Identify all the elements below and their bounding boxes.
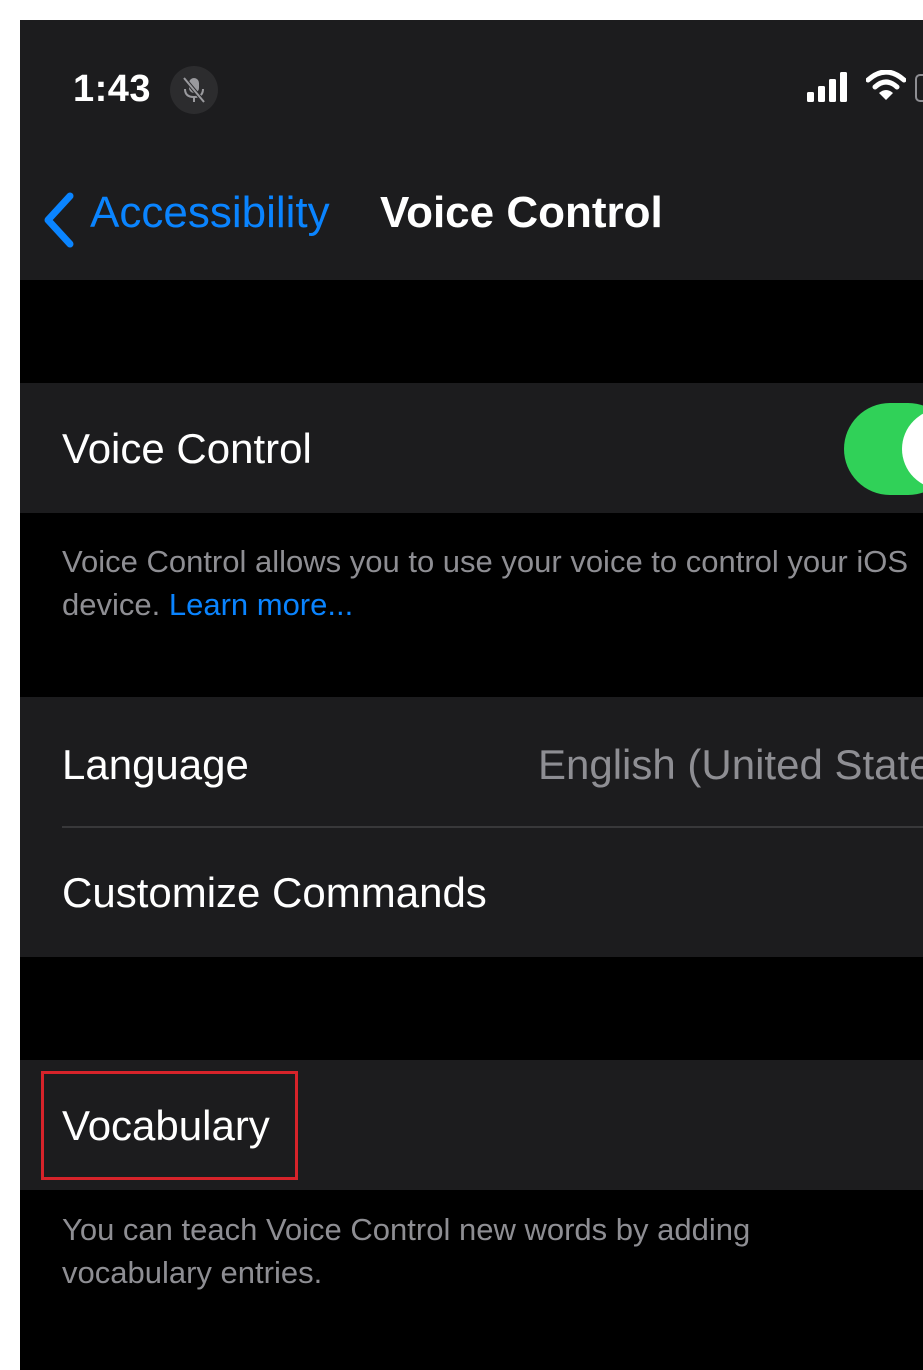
voice-control-footer: Voice Control allows you to use your voi… xyxy=(62,540,923,626)
status-time: 1:43 xyxy=(73,68,152,110)
chevron-left-icon xyxy=(44,192,74,248)
back-button-label: Accessibility xyxy=(90,188,330,237)
voice-control-label: Voice Control xyxy=(62,425,312,472)
battery-icon xyxy=(915,74,923,102)
learn-more-link[interactable]: Learn more... xyxy=(169,587,353,622)
settings-screen: 1:43 Accessibility Voice Control Voice C… xyxy=(20,20,923,1370)
wifi-icon xyxy=(866,70,906,100)
settings-group: Language English (United States) Customi… xyxy=(20,697,923,957)
cellular-signal-icon xyxy=(807,72,847,102)
vocabulary-footer: You can teach Voice Control new words by… xyxy=(62,1212,751,1290)
customize-commands-label: Customize Commands xyxy=(62,869,487,916)
language-cell[interactable]: Language English (United States) xyxy=(20,697,923,826)
voice-control-cell[interactable]: Voice Control xyxy=(20,383,923,513)
language-label: Language xyxy=(62,741,249,788)
top-bar: 1:43 Accessibility Voice Control xyxy=(20,20,923,280)
mic-muted-icon xyxy=(170,66,218,114)
toggle-knob xyxy=(902,409,923,489)
page-title: Voice Control xyxy=(380,188,663,237)
language-value: English (United States) xyxy=(538,741,923,788)
vocabulary-highlight-box xyxy=(41,1071,298,1180)
voice-control-toggle[interactable] xyxy=(844,403,923,495)
customize-commands-cell[interactable]: Customize Commands xyxy=(20,828,923,957)
